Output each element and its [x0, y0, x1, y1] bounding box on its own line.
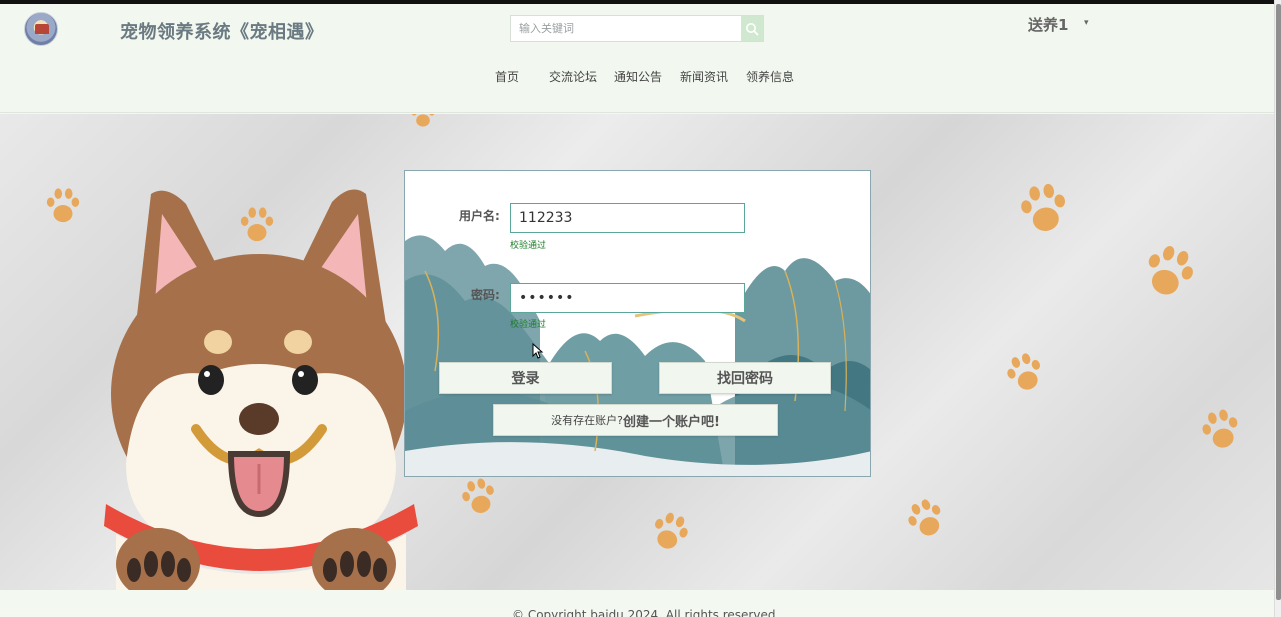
- paw-print-icon: [1202, 409, 1238, 448]
- nav-item-adoption[interactable]: 领养信息: [746, 68, 794, 85]
- scrollbar-thumb[interactable]: [1276, 4, 1281, 600]
- username-validation-status: 校验通过: [510, 241, 547, 251]
- chevron-down-icon[interactable]: ▾: [1084, 18, 1089, 28]
- copyright-text: © Copyright baidu 2024. All rights reser…: [512, 608, 780, 617]
- login-background: 用户名: 112233 校验通过 密码: •••••• 校验通过 登录 找回密码…: [0, 114, 1274, 590]
- site-footer: © Copyright baidu 2024. All rights reser…: [0, 590, 1274, 617]
- paw-print-icon: [655, 512, 688, 549]
- page-scrollbar[interactable]: [1274, 0, 1281, 617]
- mouse-cursor-icon: [532, 343, 544, 359]
- search-button[interactable]: [741, 16, 763, 41]
- search-icon: [746, 22, 759, 35]
- password-label: 密码:: [471, 288, 500, 302]
- paw-print-icon: [908, 499, 941, 536]
- login-button[interactable]: 登录: [439, 362, 612, 394]
- paw-print-icon: [1021, 183, 1065, 231]
- site-header: 宠物领养系统《宠相遇》 送养1 ▾ 首页 交流论坛 通知公告 新闻资讯 领养信息: [0, 4, 1274, 113]
- paw-print-icon: [462, 478, 494, 513]
- user-menu-name[interactable]: 送养1: [1028, 14, 1068, 35]
- register-link[interactable]: 没有存在账户? 创建一个账户吧!: [493, 404, 778, 436]
- password-input[interactable]: ••••••: [510, 283, 745, 313]
- username-input[interactable]: 112233: [510, 203, 745, 233]
- search-input[interactable]: [511, 16, 742, 41]
- search-box: [510, 15, 764, 42]
- nav-item-forum[interactable]: 交流论坛: [549, 68, 597, 85]
- paw-print-icon: [46, 188, 80, 223]
- register-prefix: 没有存在账户?: [551, 414, 623, 427]
- paw-print-icon: [411, 114, 435, 127]
- register-link-text[interactable]: 创建一个账户吧!: [623, 411, 720, 430]
- username-label: 用户名:: [459, 209, 500, 223]
- nav-item-news[interactable]: 新闻资讯: [680, 68, 728, 85]
- paw-print-icon: [1007, 353, 1040, 390]
- password-validation-status: 校验通过: [510, 320, 547, 330]
- paw-print-icon: [1148, 245, 1193, 295]
- shiba-dog-illustration: [104, 189, 418, 590]
- recover-password-button[interactable]: 找回密码: [659, 362, 831, 394]
- site-logo-icon[interactable]: [24, 12, 58, 46]
- login-card: 用户名: 112233 校验通过 密码: •••••• 校验通过 登录 找回密码…: [404, 170, 871, 477]
- nav-item-notices[interactable]: 通知公告: [614, 68, 662, 85]
- site-title: 宠物领养系统《宠相遇》: [120, 22, 324, 43]
- nav-item-home[interactable]: 首页: [495, 68, 519, 85]
